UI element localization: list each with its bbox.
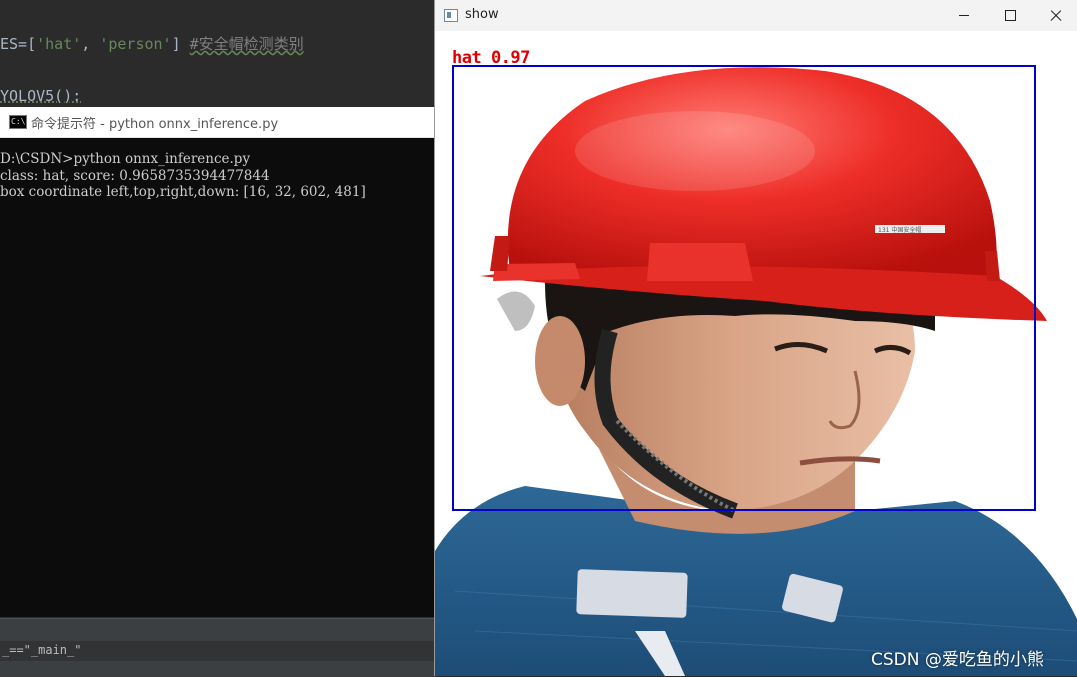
window-app-icon: [444, 9, 458, 22]
code-token-prefix: ES=[: [0, 35, 37, 53]
maximize-button[interactable]: [987, 0, 1033, 31]
cmd-titlebar[interactable]: C:\ 命令提示符 - python onnx_inference.py: [0, 107, 437, 138]
command-prompt-window[interactable]: C:\ 命令提示符 - python onnx_inference.py D:\…: [0, 107, 437, 617]
code-token-sep: ,: [81, 35, 100, 53]
csdn-watermark: CSDN @爱吃鱼的小熊: [871, 650, 1044, 670]
cmd-icon-text: C:\: [11, 117, 26, 126]
maximize-icon: [1005, 10, 1016, 21]
code-token-string-hat: 'hat': [36, 35, 82, 53]
show-window-title: show: [465, 7, 499, 22]
minimize-button[interactable]: [941, 0, 987, 31]
console-line: class: hat, score: 0.9658735394477844: [0, 167, 270, 184]
detection-image-canvas: 131 中国安全帽 hat 0.97 CSDN @爱吃鱼的小熊: [435, 31, 1077, 676]
show-titlebar[interactable]: show: [435, 0, 1077, 32]
cmd-console-output[interactable]: D:\CSDN>python onnx_inference.py class: h…: [0, 151, 366, 201]
show-window[interactable]: show 131 中国安全帽 hat 0.97 CSDN @爱吃鱼的小熊: [434, 0, 1077, 676]
console-line: D:\CSDN>python onnx_inference.py: [0, 151, 251, 167]
code-token-comment: #安全帽检测类别: [189, 35, 304, 53]
close-button[interactable]: [1033, 0, 1077, 31]
ide-bottom-text: _=="_main_": [2, 643, 82, 657]
cmd-app-icon: C:\: [9, 115, 27, 129]
code-token-string-person: 'person': [99, 35, 172, 53]
code-line-class-def: YOLOV5():: [0, 87, 82, 105]
cmd-window-title: 命令提示符 - python onnx_inference.py: [31, 117, 279, 132]
code-line-classes: ES=['hat', 'person'] #安全帽检测类别: [0, 33, 304, 54]
code-token-suffix: ]: [171, 35, 190, 53]
ide-bottom-panel: _=="_main_": [0, 618, 436, 677]
minimize-icon: [959, 15, 969, 16]
console-line: box coordinate left,top,right,down: [16,…: [0, 184, 366, 200]
detection-bounding-box: [452, 65, 1036, 511]
